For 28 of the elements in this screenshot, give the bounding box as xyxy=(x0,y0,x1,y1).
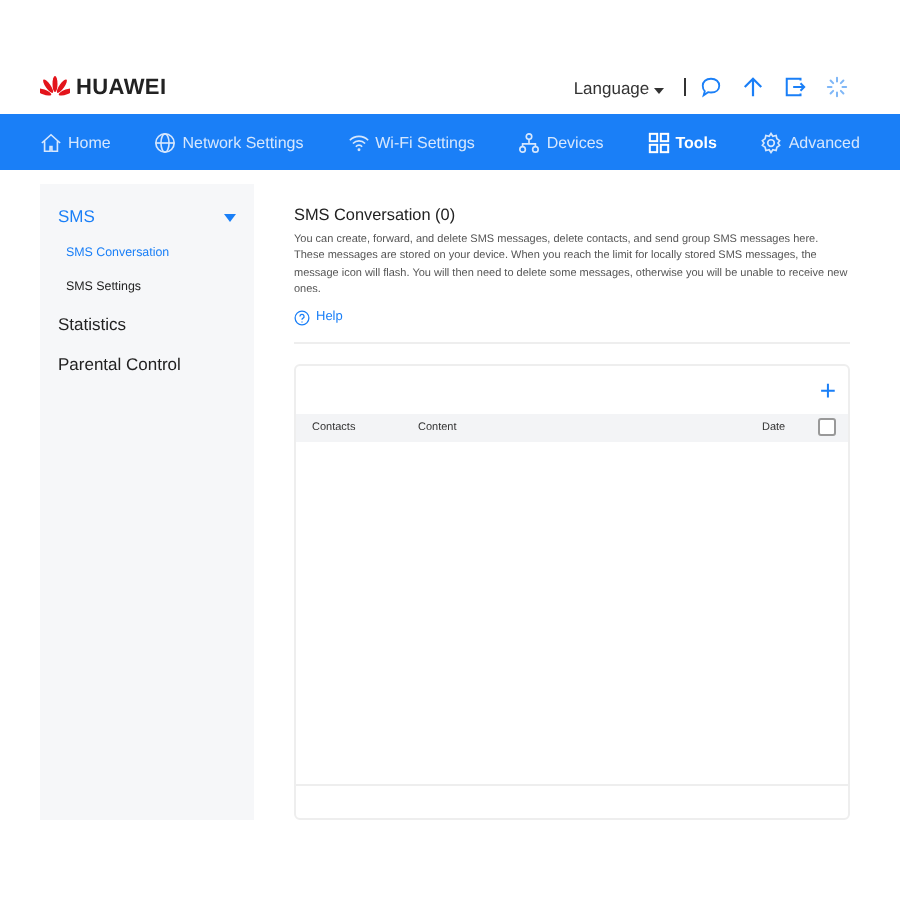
caret-icon[interactable] xyxy=(224,214,236,222)
house-icon xyxy=(40,131,62,153)
sidebar-item[interactable]: Statistics xyxy=(40,304,145,344)
nav-tab[interactable]: Advanced xyxy=(760,131,860,153)
sidebar-item[interactable]: Parental Control xyxy=(40,344,199,384)
nav-tab[interactable]: Wi-Fi Settings xyxy=(347,131,475,153)
nav-tab[interactable]: Tools xyxy=(647,131,717,153)
add-button[interactable]: + xyxy=(819,375,836,404)
nav-tab[interactable]: Network Settings xyxy=(154,131,304,153)
chat-bubble-icon[interactable] xyxy=(700,76,722,98)
select-all-checkbox[interactable] xyxy=(818,418,836,437)
globe-icon xyxy=(154,131,177,153)
help-icon[interactable] xyxy=(294,309,310,326)
logout-icon[interactable] xyxy=(784,76,806,98)
caret-icon xyxy=(654,87,664,93)
sidebar-item[interactable]: SMS xyxy=(40,196,113,236)
nav-tab[interactable]: Devices xyxy=(518,131,604,153)
network-nodes-icon xyxy=(518,131,541,153)
grid-icon xyxy=(647,131,670,153)
upload-arrow-icon[interactable] xyxy=(742,76,764,98)
language-dropdown[interactable]: Language xyxy=(573,77,664,97)
wifi-icon xyxy=(347,131,370,153)
spinner-icon xyxy=(826,76,848,98)
settings-icon xyxy=(760,131,783,153)
flower-logo-icon xyxy=(40,76,70,98)
brand-name: HUAWEI xyxy=(76,75,167,99)
nav-tab[interactable]: Home xyxy=(40,131,111,153)
page-title: SMS Conversation (0) xyxy=(294,206,458,224)
